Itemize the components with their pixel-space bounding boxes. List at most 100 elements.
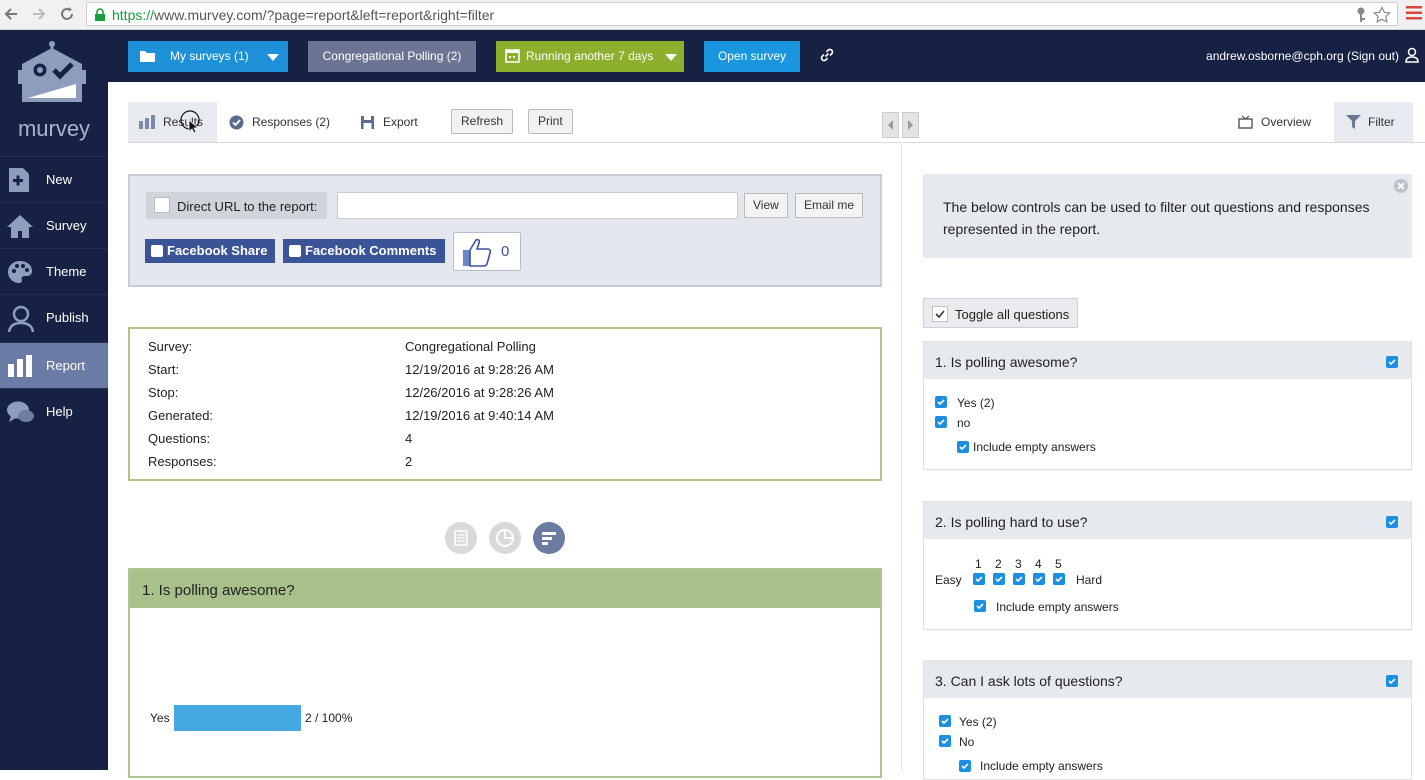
question-checkbox[interactable] (1386, 675, 1398, 687)
direct-url-input[interactable] (337, 192, 738, 219)
tab-responses[interactable]: Responses (2) (228, 102, 338, 142)
refresh-button[interactable]: Refresh (451, 109, 514, 134)
view-button[interactable]: View (744, 193, 788, 218)
option-checkbox[interactable] (935, 396, 947, 408)
sidebar-item-survey[interactable]: Survey (0, 202, 108, 248)
logo[interactable]: murvey (0, 30, 108, 156)
include-empty-checkbox[interactable] (959, 760, 971, 772)
palette-icon (6, 259, 34, 285)
option-checkbox[interactable] (939, 735, 951, 747)
filter-card-q3: 3. Can I ask lots of questions? Yes (2) … (923, 660, 1412, 780)
scale-checkbox[interactable] (1053, 573, 1065, 585)
link-icon[interactable] (818, 46, 836, 64)
sidebar-item-theme[interactable]: Theme (0, 248, 108, 294)
address-bar[interactable]: https://www.murvey.com/?page=report&left… (86, 2, 1398, 26)
include-empty-checkbox[interactable] (974, 600, 986, 612)
question-result-card: 1. Is polling awesome? Yes 2 / 100% (128, 568, 882, 778)
my-surveys-label: My surveys (1) (170, 49, 249, 63)
home-icon (6, 213, 34, 239)
sidebar: murvey New Survey Theme Publish Report H… (0, 30, 108, 770)
info-value-survey: Congregational Polling (405, 339, 536, 354)
survey-info-panel: Survey: Congregational Polling Start: 12… (128, 327, 882, 481)
toggle-all-questions-button[interactable]: Toggle all questions (923, 298, 1078, 328)
back-arrow-icon[interactable] (2, 5, 22, 25)
folder-icon (139, 49, 156, 63)
option-label: Yes (2) (959, 715, 997, 729)
my-surveys-dropdown[interactable]: My surveys (1) (128, 41, 288, 72)
filter-card-header: 1. Is polling awesome? (924, 342, 1411, 379)
facebook-share-checkbox[interactable] (151, 245, 163, 257)
filter-question-title: 1. Is polling awesome? (935, 354, 1078, 370)
tab-label: Overview (1261, 115, 1312, 129)
tab-overview[interactable]: Overview (1228, 102, 1318, 142)
user-icon[interactable] (1405, 47, 1419, 63)
filter-question-title: 2. Is polling hard to use? (935, 514, 1088, 530)
sidebar-item-label: Theme (46, 264, 87, 279)
sidebar-item-publish[interactable]: Publish (0, 294, 108, 340)
sidebar-item-report[interactable]: Report (0, 342, 108, 388)
calendar-icon (505, 48, 520, 63)
print-button[interactable]: Print (528, 109, 573, 134)
include-empty-label: Include empty answers (973, 440, 1096, 454)
question-checkbox[interactable] (1386, 516, 1398, 528)
facebook-share-label: Facebook Share (167, 243, 268, 258)
bar-value-label: 2 / 100% (305, 711, 353, 725)
sidebar-item-new[interactable]: New (0, 156, 108, 202)
bookmark-star-icon[interactable] (1373, 6, 1391, 24)
open-survey-button[interactable]: Open survey (704, 41, 800, 72)
funnel-icon (1346, 115, 1361, 129)
facebook-share-button[interactable]: Facebook Share (145, 239, 275, 263)
check-circle-icon (229, 115, 244, 130)
pie-chart-icon (496, 529, 514, 547)
tv-icon (1238, 115, 1253, 129)
forward-arrow-icon[interactable] (30, 5, 50, 25)
collapse-right-button[interactable] (902, 112, 919, 138)
bar-chart-icon (6, 353, 34, 379)
url-text: https://www.murvey.com/?page=report&left… (112, 7, 494, 23)
bar (174, 705, 301, 731)
facebook-like-button[interactable]: 0 (453, 232, 521, 271)
filter-card-header: 3. Can I ask lots of questions? (924, 661, 1411, 698)
scale-checkbox[interactable] (973, 573, 985, 585)
toggle-all-checkbox[interactable] (932, 306, 948, 322)
bar-view-button[interactable] (533, 522, 565, 554)
direct-url-toggle[interactable]: Direct URL to the report: (146, 192, 327, 219)
current-survey-button[interactable]: Congregational Polling (2) (308, 41, 476, 72)
tab-results[interactable]: Results (128, 102, 217, 142)
scale-number: 1 (975, 557, 982, 571)
tab-export[interactable]: Export (360, 102, 430, 142)
option-checkbox[interactable] (935, 416, 947, 428)
option-checkbox[interactable] (939, 715, 951, 727)
sidebar-item-help[interactable]: Help (0, 388, 108, 434)
tab-filter[interactable]: Filter (1334, 102, 1413, 142)
key-icon[interactable] (1355, 7, 1367, 23)
lock-icon (94, 8, 106, 21)
info-value-questions: 4 (405, 431, 413, 446)
browser-menu-icon[interactable] (1406, 6, 1422, 20)
facebook-comments-button[interactable]: Facebook Comments (283, 239, 445, 263)
facebook-comments-label: Facebook Comments (305, 243, 437, 258)
table-view-button[interactable] (445, 522, 477, 554)
scale-checkbox[interactable] (1033, 573, 1045, 585)
collapse-left-button[interactable] (882, 112, 899, 138)
reload-icon[interactable] (58, 5, 78, 25)
scale-right-label: Hard (1076, 573, 1103, 587)
include-empty-checkbox[interactable] (957, 441, 969, 453)
scale-checkbox[interactable] (993, 573, 1005, 585)
question-checkbox[interactable] (1386, 356, 1398, 368)
email-me-button[interactable]: Email me (795, 193, 864, 218)
pie-view-button[interactable] (489, 522, 521, 554)
horizontal-bars-icon (542, 532, 556, 545)
share-panel: Direct URL to the report: View Email me … (128, 174, 882, 287)
user-signout-link[interactable]: andrew.osborne@cph.org (Sign out) (1206, 49, 1399, 63)
direct-url-checkbox[interactable] (154, 197, 170, 213)
running-status-dropdown[interactable]: Running another 7 days (496, 41, 684, 72)
browser-chrome: https://www.murvey.com/?page=report&left… (0, 0, 1425, 30)
plus-doc-icon (6, 167, 32, 193)
info-value-start: 12/19/2016 at 9:28:26 AM (405, 362, 554, 377)
facebook-comments-checkbox[interactable] (289, 245, 301, 257)
filter-card-q2: 2. Is polling hard to use? 1 2 3 4 5 Eas… (923, 501, 1412, 630)
close-icon[interactable] (1393, 178, 1409, 194)
scale-checkbox[interactable] (1013, 573, 1025, 585)
include-empty-label: Include empty answers (996, 600, 1119, 614)
